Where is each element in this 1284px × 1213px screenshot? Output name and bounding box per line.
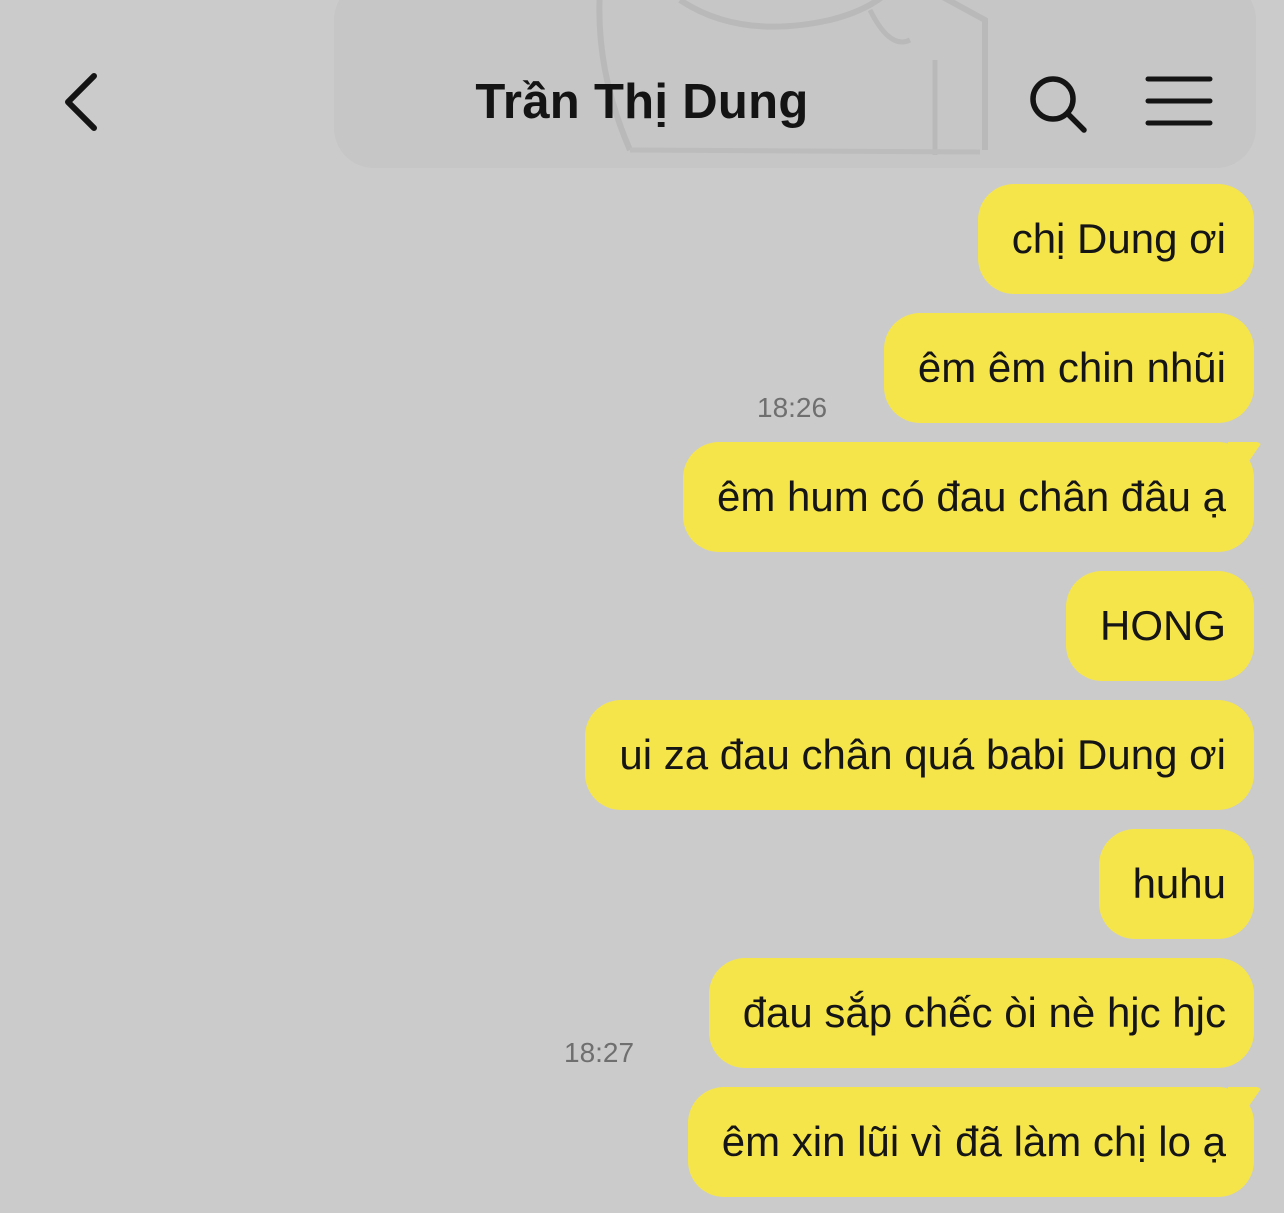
message-text: ui za đau chân quá babi Dung ơi xyxy=(619,731,1226,778)
message-text: êm xin lũi vì đã làm chị lo ạ xyxy=(721,1118,1226,1165)
message-bubble[interactable]: đau sắp chếc òi nè hjc hjc xyxy=(708,958,1254,1068)
message-timestamp: 18:26 xyxy=(757,392,828,423)
message-text: HONG xyxy=(1100,602,1226,649)
message-text: đau sắp chếc òi nè hjc hjc xyxy=(742,989,1226,1036)
message-row: êm êm chin nhũi xyxy=(883,313,1254,423)
message-bubble[interactable]: ui za đau chân quá babi Dung ơi xyxy=(585,700,1254,810)
message-bubble[interactable]: êm êm chin nhũi xyxy=(883,313,1254,423)
message-row: êm xin lũi vì đã làm chị lo ạ xyxy=(687,1087,1254,1197)
message-bubble[interactable]: êm xin lũi vì đã làm chị lo ạ xyxy=(687,1087,1254,1197)
message-bubble[interactable]: HONG xyxy=(1066,571,1254,681)
message-text: êm hum có đau chân đâu ạ xyxy=(716,473,1226,520)
chat-screen: Trần Thị Dung chị Dung ơi êm êm chin nhũ… xyxy=(0,0,1284,1213)
message-row: đau sắp chếc òi nè hjc hjc xyxy=(708,958,1254,1068)
message-row: êm hum có đau chân đâu ạ xyxy=(682,442,1254,552)
message-row: ui za đau chân quá babi Dung ơi xyxy=(585,700,1254,810)
message-timestamp: 18:27 xyxy=(564,1037,635,1068)
message-text: chị Dung ơi xyxy=(1011,215,1226,262)
message-text: huhu xyxy=(1132,860,1226,907)
message-bubble[interactable]: êm hum có đau chân đâu ạ xyxy=(682,442,1254,552)
message-bubble[interactable]: chị Dung ơi xyxy=(977,184,1254,294)
message-text: êm êm chin nhũi xyxy=(917,344,1226,391)
message-row: huhu xyxy=(1098,829,1254,939)
message-row: chị Dung ơi xyxy=(977,184,1254,294)
message-list: chị Dung ơi êm êm chin nhũi 18:26 êm hum… xyxy=(0,0,1284,1213)
message-row: HONG xyxy=(1066,571,1254,681)
message-bubble[interactable]: huhu xyxy=(1098,829,1254,939)
